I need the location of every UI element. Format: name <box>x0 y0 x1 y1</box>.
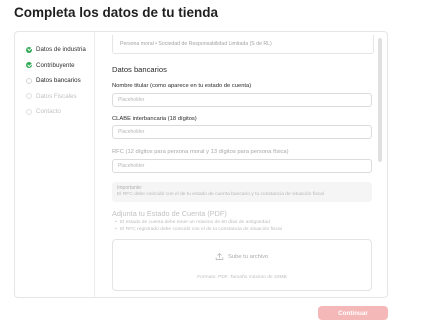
clabe-label: CLABE interbancaria (18 dígitos) <box>112 116 197 122</box>
upload-title: Adjunta tu Estado de Cuenta (PDF) <box>112 209 227 218</box>
step-contribuyente[interactable]: Contribuyente <box>15 58 94 73</box>
steps-sidebar: Datos de industria Contribuyente Datos b… <box>15 32 95 297</box>
step-circle-icon <box>26 77 32 84</box>
step-label: Datos bancarios <box>36 77 81 84</box>
rfc-input[interactable] <box>112 159 372 173</box>
upload-icon <box>215 253 224 260</box>
step-datos-de-industria[interactable]: Datos de industria <box>15 42 94 57</box>
upload-dropzone[interactable]: Sube tu archivo Formato: PDF. Tamaño máx… <box>112 239 372 291</box>
step-label: Contribuyente <box>36 61 75 69</box>
step-circle-icon <box>26 108 32 115</box>
notice-title: Importante: <box>117 185 143 191</box>
page-title: Completa los datos de tu tienda <box>14 5 219 20</box>
company-type-field: Persona moral • Sociedad de Responsabili… <box>112 35 374 54</box>
step-label: Contacto <box>36 108 61 115</box>
requirement-item: El estado de cuenta debe tener un máximo… <box>115 220 270 225</box>
holder-name-label: Nombre titular (como aparece en tu estad… <box>112 83 252 89</box>
step-datos-bancarios[interactable]: Datos bancarios <box>15 73 94 88</box>
clabe-input[interactable] <box>112 125 372 139</box>
upload-format-text: Formato: PDF. Tamaño máximo de 20MB <box>197 275 287 280</box>
important-notice: Importante: El RFC debe coincidir con el… <box>112 182 372 202</box>
rfc-label: RFC (12 dígitos para persona moral y 13 … <box>112 149 289 155</box>
section-title: Datos bancarios <box>112 65 167 74</box>
scrollbar[interactable] <box>378 38 382 162</box>
step-datos-fiscales: Datos Fiscales <box>15 89 94 104</box>
holder-name-input[interactable] <box>112 93 372 107</box>
step-label: Datos Fiscales <box>36 92 77 100</box>
step-circle-icon <box>26 93 32 99</box>
requirement-item: El RFC registrado debe coincidir con el … <box>115 227 282 232</box>
check-icon <box>26 62 32 68</box>
notice-text: El RFC debe coincidir con el de tu estad… <box>117 192 324 197</box>
check-icon <box>26 46 32 53</box>
upload-button[interactable]: Sube tu archivo <box>215 252 268 261</box>
step-label: Datos de industria <box>36 46 86 53</box>
upload-button-label: Sube tu archivo <box>228 253 269 260</box>
form-content[interactable]: Persona moral • Sociedad de Responsabili… <box>112 32 376 297</box>
form-card: Datos de industria Contribuyente Datos b… <box>14 31 388 298</box>
continue-button[interactable]: Continuar <box>318 306 388 320</box>
step-contacto: Contacto <box>15 104 94 119</box>
